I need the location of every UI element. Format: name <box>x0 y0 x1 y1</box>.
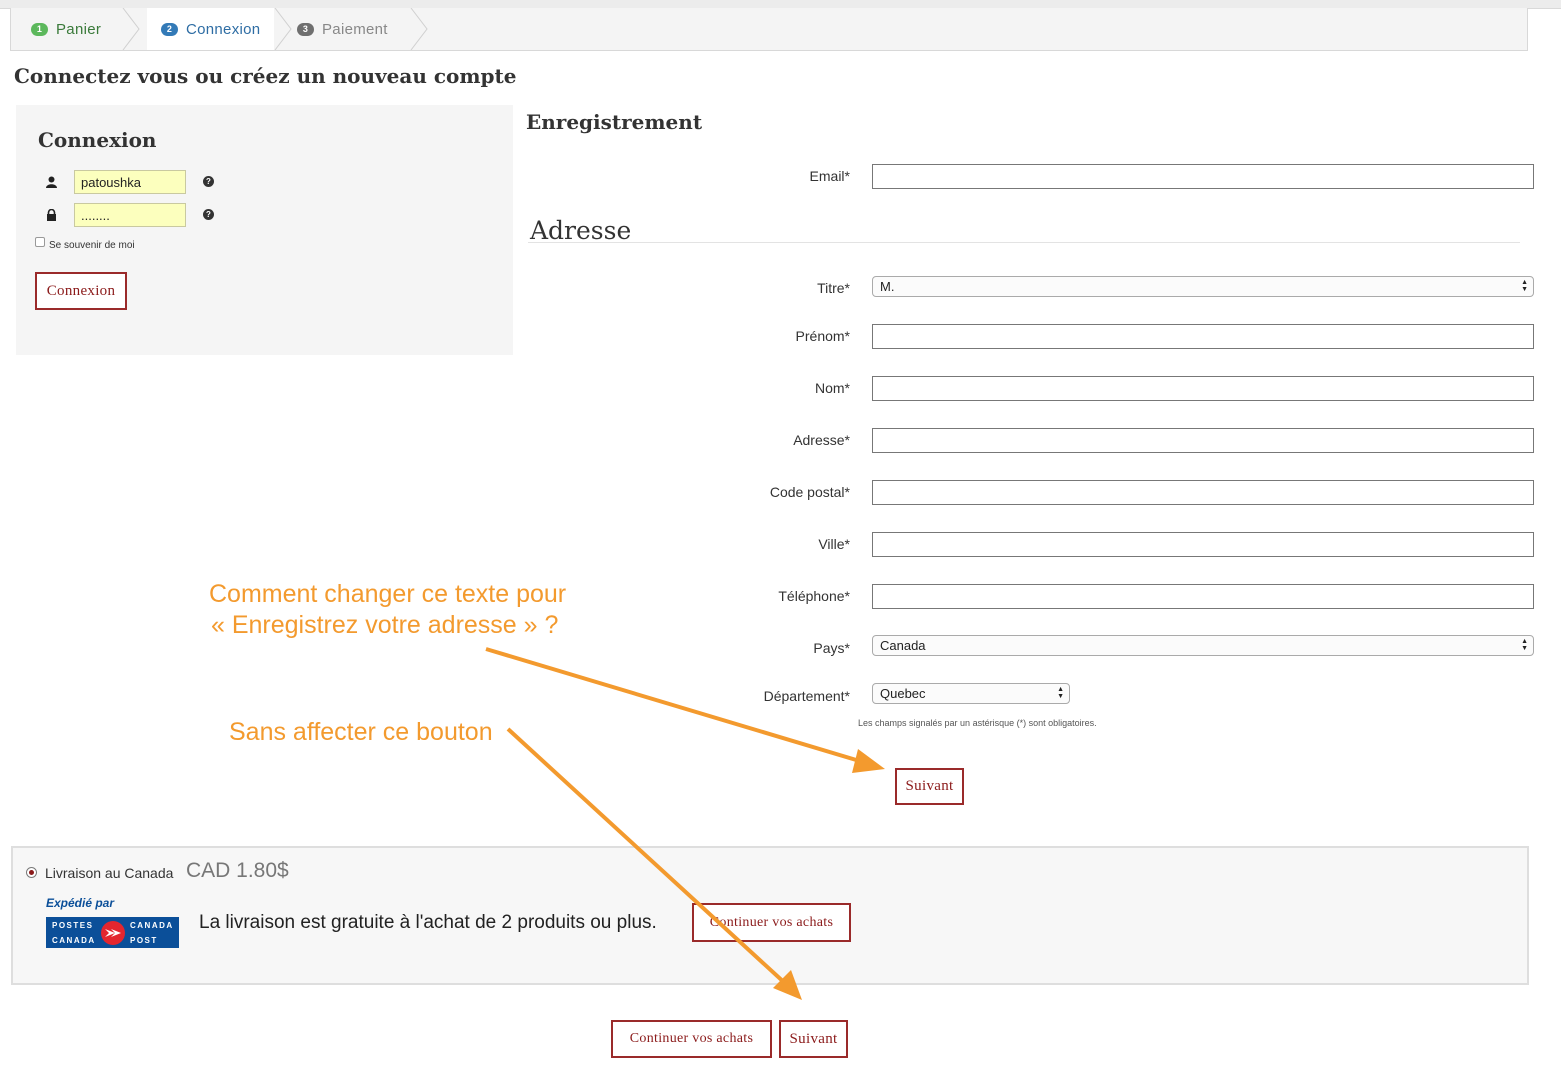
annotation-arrow-icon <box>506 727 802 1000</box>
annotation-arrows <box>485 647 885 1000</box>
annotation-arrow-icon <box>485 647 885 773</box>
